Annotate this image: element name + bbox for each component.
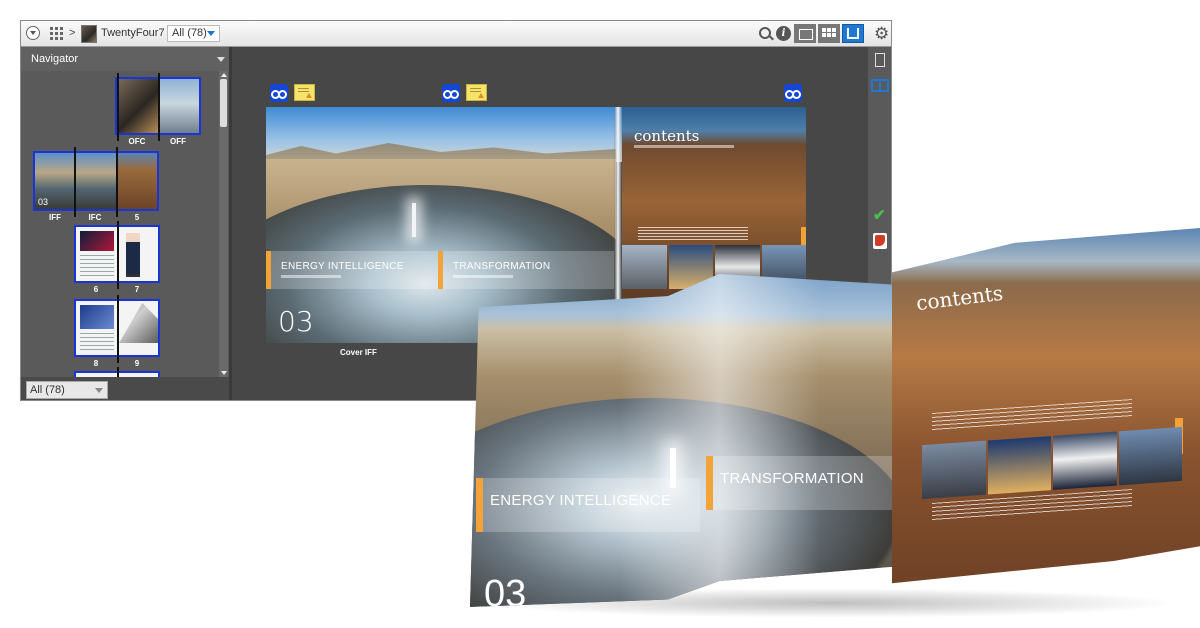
thumbnail-label: IFC: [88, 213, 102, 222]
spine-marker: [158, 73, 160, 141]
thumbnail-label: OFC: [128, 137, 146, 146]
solar-tower-image: [412, 203, 416, 237]
double-page-view-icon[interactable]: [871, 79, 889, 92]
thumbnail-page[interactable]: [117, 153, 157, 209]
chevron-down-icon[interactable]: [217, 57, 225, 62]
headline-text: TRANSFORMATION: [720, 470, 864, 487]
spine-marker: [74, 147, 76, 217]
orange-accent-bar: [476, 478, 483, 532]
scroll-up-icon[interactable]: [221, 73, 227, 77]
scroll-down-icon[interactable]: [221, 371, 227, 375]
folder-icon: [799, 29, 813, 40]
breadcrumb-separator: >: [69, 27, 76, 39]
sticky-note-icon[interactable]: [466, 84, 487, 101]
thumbnail-text-block: [80, 333, 114, 351]
page-sheen: [620, 273, 820, 607]
thumbnail-spread[interactable]: [74, 221, 160, 289]
gear-icon[interactable]: ⚙: [874, 25, 889, 42]
spread-view-button[interactable]: [842, 24, 864, 43]
scrollbar-thumb[interactable]: [220, 79, 227, 127]
thumbnail-building: [119, 303, 158, 343]
thumbnail-label: 6: [93, 285, 99, 294]
navigator-header[interactable]: Navigator: [21, 47, 231, 71]
contents-text-block: [932, 399, 1132, 431]
orange-accent-bar: [706, 456, 713, 510]
spine-marker: [117, 367, 119, 377]
sticky-note-icon[interactable]: [294, 84, 315, 101]
chevron-down-icon: [95, 388, 103, 393]
folder-view-button[interactable]: [794, 24, 816, 43]
magazine-left-spread: ENERGY INTELLIGENCE TRANSFORMATION 03: [470, 273, 900, 607]
thumbnail-spread[interactable]: [74, 295, 160, 363]
spine-marker: [117, 73, 119, 141]
navigator-footer: All (78): [21, 377, 231, 400]
spine-marker: [117, 295, 119, 363]
spread-label: Cover IFF: [340, 348, 377, 357]
thumbnail-label: 7: [134, 285, 140, 294]
thumbnail-label: 9: [134, 359, 140, 368]
thumbnail-text-block: [80, 255, 114, 277]
publication-thumbnail[interactable]: [81, 25, 97, 43]
headline-block: ENERGY INTELLIGENCE: [476, 478, 700, 532]
app-grid-icon[interactable]: [50, 27, 63, 40]
thumbnail-spread[interactable]: 03: [33, 147, 159, 217]
thumbnail-page[interactable]: [80, 305, 114, 329]
preview-glasses-icon[interactable]: [442, 84, 460, 102]
spine-marker: [117, 221, 119, 289]
contents-subtitle-line: [634, 145, 734, 148]
headline-block: TRANSFORMATION: [706, 456, 896, 510]
contents-image-strip: [922, 426, 1182, 500]
orange-accent-bar: [266, 251, 271, 289]
single-page-view-icon[interactable]: [875, 53, 885, 67]
grid-view-button[interactable]: [818, 24, 840, 43]
top-toolbar: > TwentyFour7 > All (78) i ⚙: [21, 21, 891, 47]
headline-block: ENERGY INTELLIGENCE: [266, 251, 438, 289]
info-icon[interactable]: i: [776, 26, 791, 41]
subhead-line: [281, 275, 341, 278]
magazine-contents-page: contents: [892, 228, 1200, 584]
navigator-scrollbar[interactable]: [219, 71, 228, 377]
navigator-title: Navigator: [31, 53, 79, 65]
book-icon: [847, 28, 859, 39]
contents-title: contents: [914, 280, 1005, 316]
thumbnail-person: [126, 233, 140, 277]
thumbnail-page-number: 03: [38, 197, 49, 207]
dropdown-circle-icon[interactable]: [26, 26, 40, 40]
page-filter-dropdown[interactable]: All (78): [167, 25, 220, 42]
navigator-thumbnails: OFC OFF 03 IFF IFC 5 6 7 8 9: [21, 71, 231, 377]
thumbnail-page[interactable]: [117, 79, 159, 133]
preview-glasses-icon[interactable]: [784, 84, 802, 102]
publication-title[interactable]: TwentyFour7 >: [101, 27, 174, 39]
search-icon[interactable]: [759, 27, 771, 39]
navigator-filter-dropdown[interactable]: All (78): [26, 381, 108, 399]
spine-marker: [116, 147, 118, 217]
page-number-overlay: 03: [278, 305, 314, 338]
thumbnail-label: OFF: [170, 137, 186, 146]
approve-check-icon[interactable]: ✔: [873, 208, 886, 223]
headline-text: ENERGY INTELLIGENCE: [490, 492, 672, 509]
thumbnail-label: 5: [134, 213, 140, 222]
thumbnail-page[interactable]: [80, 231, 114, 251]
grid-icon: [822, 28, 836, 37]
headline-text: ENERGY INTELLIGENCE: [281, 261, 404, 272]
preview-glasses-icon[interactable]: [270, 84, 288, 102]
thumbnail-spread[interactable]: [115, 73, 201, 141]
magazine-photo: ENERGY INTELLIGENCE TRANSFORMATION 03 co…: [470, 228, 1200, 628]
chevron-down-icon: [207, 31, 215, 36]
thumbnail-page[interactable]: [159, 79, 199, 133]
contents-title: contents: [634, 127, 700, 145]
thumbnail-label: IFF: [49, 213, 61, 222]
thumbnail-label: 8: [93, 359, 99, 368]
orange-accent-bar: [438, 251, 443, 289]
